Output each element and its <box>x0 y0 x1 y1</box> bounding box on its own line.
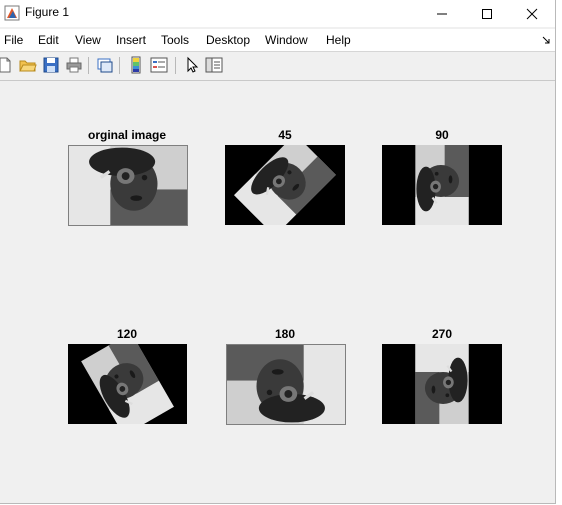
minimize-icon <box>436 13 447 14</box>
menu-edit[interactable]: Edit <box>38 33 59 47</box>
menu-view[interactable]: View <box>75 33 101 47</box>
subplot-title: 120 <box>116 327 138 341</box>
menu-bar: File Edit View Insert Tools Desktop Wind… <box>0 29 555 51</box>
minimize-button[interactable] <box>419 0 464 27</box>
image-content <box>68 344 187 424</box>
toolbar-separator <box>88 57 89 74</box>
subplot-title: 90 <box>435 128 449 142</box>
save-icon[interactable] <box>42 56 60 74</box>
edit-plot-arrow-icon[interactable] <box>183 56 201 74</box>
menu-file[interactable]: File <box>4 33 23 47</box>
new-figure-icon[interactable] <box>0 56 14 74</box>
toolbar-separator <box>175 57 176 74</box>
property-editor-icon[interactable] <box>205 56 223 74</box>
open-folder-icon[interactable] <box>19 56 37 74</box>
subplot-title: 45 <box>278 128 292 142</box>
window-title: Figure 1 <box>25 5 70 19</box>
link-plot-icon[interactable] <box>96 56 114 74</box>
original-image <box>68 145 188 226</box>
rotated-image-120 <box>68 344 187 424</box>
matlab-figure-icon <box>4 5 20 21</box>
menu-tools[interactable]: Tools <box>161 33 189 47</box>
rotated-image-180 <box>226 344 346 425</box>
rotated-image-90 <box>382 145 502 225</box>
image-content <box>69 146 187 225</box>
close-button[interactable] <box>509 0 554 27</box>
legend-icon[interactable] <box>150 56 168 74</box>
image-content <box>225 145 345 225</box>
image-content <box>382 145 502 225</box>
subplot-title: orginal image <box>87 128 167 142</box>
maximize-button[interactable] <box>464 0 509 27</box>
print-icon[interactable] <box>65 56 83 74</box>
figure-toolbar <box>0 52 555 81</box>
menu-help[interactable]: Help <box>326 33 351 47</box>
menu-insert[interactable]: Insert <box>116 33 146 47</box>
rotated-image-270 <box>382 344 502 424</box>
title-bar[interactable]: Figure 1 <box>0 0 555 27</box>
rotated-image-45 <box>225 145 345 225</box>
image-content <box>382 344 502 424</box>
dock-arrow-icon[interactable] <box>542 36 551 45</box>
toolbar-separator <box>119 57 120 74</box>
colorbar-icon[interactable] <box>127 56 145 74</box>
menu-window[interactable]: Window <box>265 33 308 47</box>
close-icon <box>526 8 537 19</box>
maximize-icon <box>481 8 492 19</box>
image-content <box>227 345 345 424</box>
subplot-title: 270 <box>431 327 453 341</box>
figure-window: Figure 1 File Edit View Insert Tools Des… <box>0 0 556 504</box>
menu-desktop[interactable]: Desktop <box>206 33 250 47</box>
subplot-title: 180 <box>274 327 296 341</box>
